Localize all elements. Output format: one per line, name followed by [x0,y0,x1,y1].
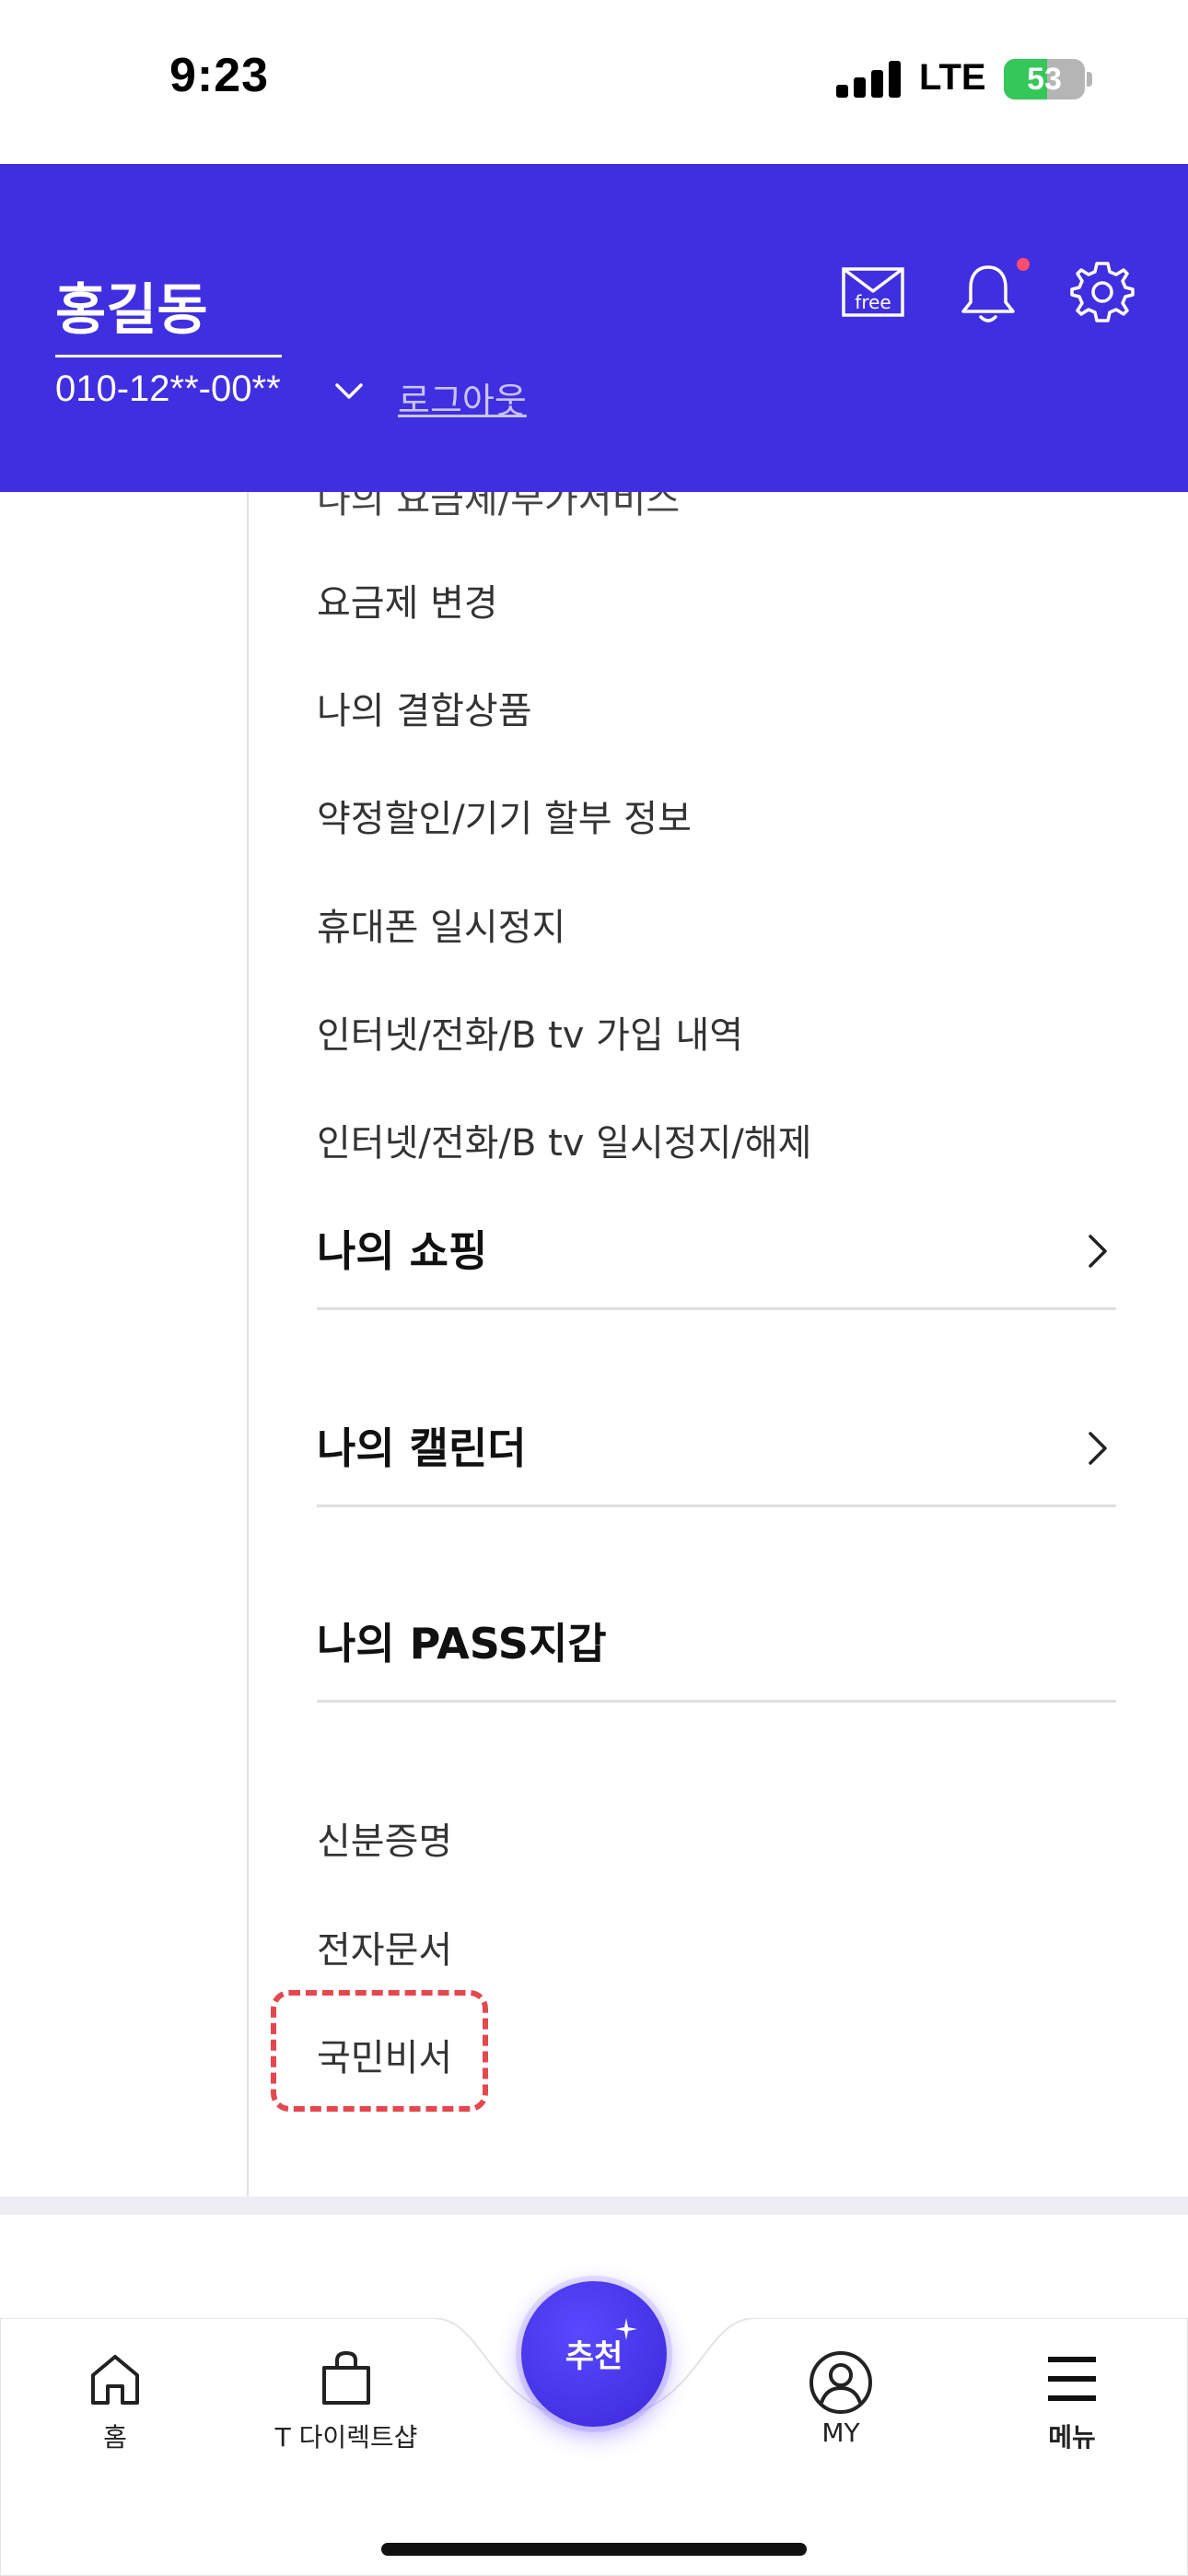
network-type: LTE [919,57,986,98]
section-title: 나의 캘린더 [317,1423,527,1473]
menu-item-plan-change[interactable]: 요금제 변경 [317,573,498,626]
tab-my[interactable]: MY [749,2349,933,2488]
menu-item-bundle[interactable]: 나의 결합상품 [317,681,532,734]
tab-t-direct-shop[interactable]: T 다이렉트샵 [254,2349,438,2488]
phone-number-selector[interactable]: 010-12**-00** [55,369,281,410]
logout-link[interactable]: 로그아웃 [398,372,527,423]
gear-icon[interactable] [1068,258,1136,326]
profile-icon [809,2351,872,2414]
mail-badge-text: free [855,291,891,313]
menu-item-partial[interactable]: 나의 요금제/부가서비스 [317,492,680,523]
hamburger-menu-icon [1048,2357,1096,2401]
notification-dot [1017,258,1030,271]
battery-cap [1087,72,1092,87]
section-separator [0,2196,1188,2215]
bottom-tab-bar: 홈 T 다이렉트샵 추천 MY 메뉴 [0,2281,1188,2576]
highlight-annotation [271,1990,488,2112]
menu-item-phone-pause[interactable]: 휴대폰 일시정지 [317,897,565,951]
bell-icon[interactable] [954,258,1022,326]
tab-label: 메뉴 [1048,2422,1096,2453]
battery-icon: 53 [1004,59,1085,100]
recommend-label: 추천 [565,2338,623,2375]
menu-content[interactable]: 나의 요금제/부가서비스 요금제 변경 나의 결합상품 약정할인/기기 할부 정… [0,492,1188,2196]
menu-item-internet-subscription[interactable]: 인터넷/전화/B tv 가입 내역 [317,1005,743,1059]
status-time: 9:23 [169,49,270,102]
home-indicator [381,2543,807,2556]
section-title: 나의 PASS지갑 [317,1619,607,1669]
tab-home[interactable]: 홈 [23,2349,207,2488]
chevron-right-icon [1089,1235,1107,1268]
chevron-down-icon[interactable] [333,378,365,404]
menu-item-e-document[interactable]: 전자문서 [317,1920,452,1973]
account-header: 홍길동 010-12**-00** 로그아웃 free [0,164,1188,492]
chevron-right-icon [1089,1432,1107,1465]
menu-item-contract-discount[interactable]: 약정할인/기기 할부 정보 [317,789,692,842]
status-bar: 9:23 LTE 53 [0,0,1188,164]
mail-free-icon[interactable]: free [840,258,908,326]
menu-item-internet-pause[interactable]: 인터넷/전화/B tv 일시정지/해제 [317,1113,811,1166]
shopping-bag-icon [322,2350,370,2405]
divider-vertical [247,492,249,2196]
recommend-button[interactable]: 추천 [521,2281,667,2427]
tab-label: T 다이렉트샵 [274,2422,418,2453]
menu-item-id-verification[interactable]: 신분증명 [317,1811,452,1865]
tab-label: 홈 [103,2422,127,2453]
battery-percent: 53 [1027,62,1062,97]
section-my-calendar[interactable]: 나의 캘린더 [317,1397,1116,1507]
section-pass-wallet: 나의 PASS지갑 [317,1592,1116,1703]
signal-strength-icon [836,61,901,98]
user-name[interactable]: 홍길동 [55,265,282,357]
tab-label: MY [821,2418,860,2448]
section-title: 나의 쇼핑 [317,1226,488,1276]
home-icon [91,2355,139,2405]
tab-menu[interactable]: 메뉴 [980,2349,1164,2488]
section-my-shopping[interactable]: 나의 쇼핑 [317,1200,1116,1310]
